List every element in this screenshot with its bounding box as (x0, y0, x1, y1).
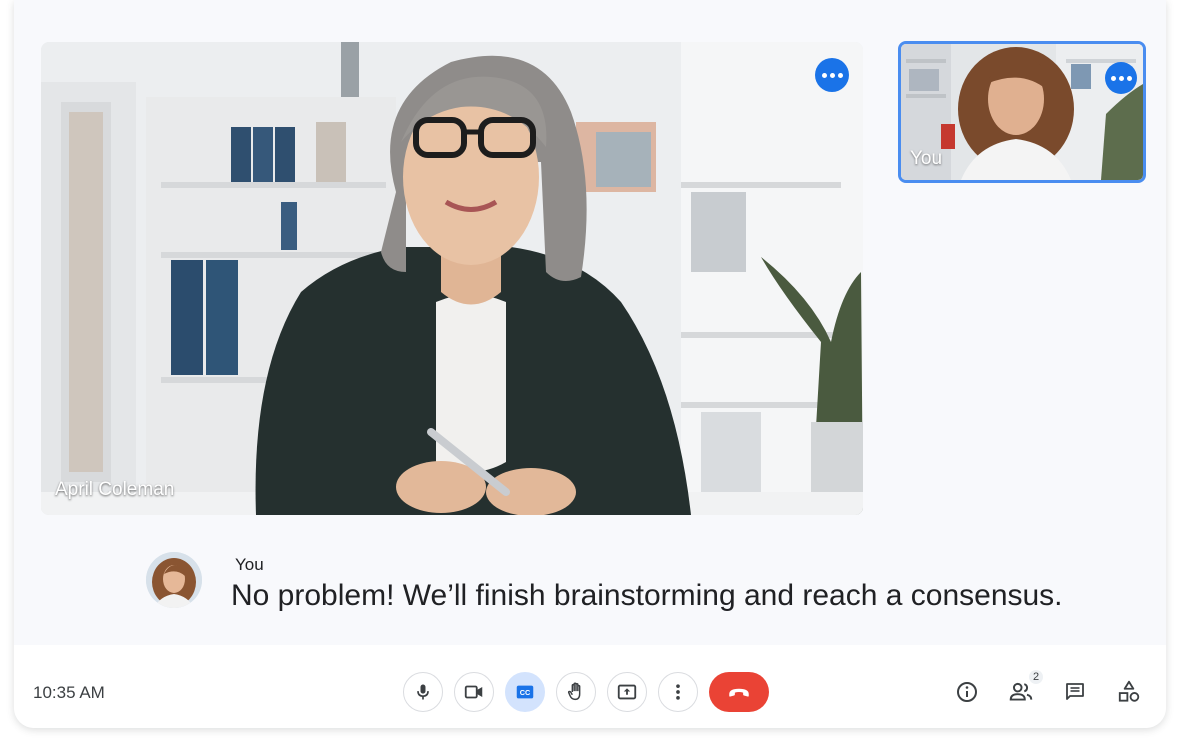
avatar-image (146, 552, 202, 608)
bottom-toolbar: 10:35 AM CC 2 (14, 645, 1166, 728)
more-vert-icon (676, 684, 680, 700)
end-call-button[interactable] (709, 672, 769, 712)
more-options-button[interactable] (658, 672, 698, 712)
more-horiz-icon (1110, 75, 1132, 81)
people-icon (1009, 682, 1033, 701)
avatar (146, 552, 202, 608)
meeting-details-button[interactable] (954, 679, 980, 705)
mic-icon (417, 684, 429, 700)
caption-text: No problem! We’ll finish brainstorming a… (231, 579, 1063, 612)
main-tile-more-options-button[interactable] (815, 58, 849, 92)
self-view-tile[interactable]: You (898, 41, 1146, 183)
meeting-tools: 2 (954, 670, 1142, 705)
present-button[interactable] (607, 672, 647, 712)
participant-name: April Coleman (55, 479, 175, 500)
call-controls: CC (403, 672, 769, 712)
more-horiz-icon (821, 72, 843, 78)
svg-text:CC: CC (520, 688, 531, 697)
main-video-tile[interactable]: April Coleman (41, 42, 863, 515)
chat-icon (1066, 683, 1084, 700)
closed-caption-icon: CC (516, 685, 534, 699)
camera-button[interactable] (454, 672, 494, 712)
people-button[interactable]: 2 (1008, 670, 1044, 705)
call-end-icon (729, 688, 749, 697)
caption-speaker: You (235, 555, 264, 574)
activities-button[interactable] (1116, 679, 1142, 705)
videocam-icon (464, 685, 483, 699)
shapes-icon (1118, 680, 1140, 702)
hand-icon (567, 682, 581, 701)
chat-button[interactable] (1062, 679, 1088, 705)
microphone-button[interactable] (403, 672, 443, 712)
raise-hand-button[interactable] (556, 672, 596, 712)
self-tile-more-options-button[interactable] (1105, 62, 1137, 94)
meeting-window: April Coleman You You No problem! We’ll … (14, 0, 1166, 728)
captions-button[interactable]: CC (505, 672, 545, 712)
participant-video (41, 42, 863, 515)
self-view-label: You (910, 148, 943, 169)
meeting-time: 10:35 AM (33, 683, 105, 702)
people-count-badge: 2 (1029, 670, 1044, 684)
present-screen-icon (617, 684, 637, 700)
info-icon (957, 682, 977, 702)
